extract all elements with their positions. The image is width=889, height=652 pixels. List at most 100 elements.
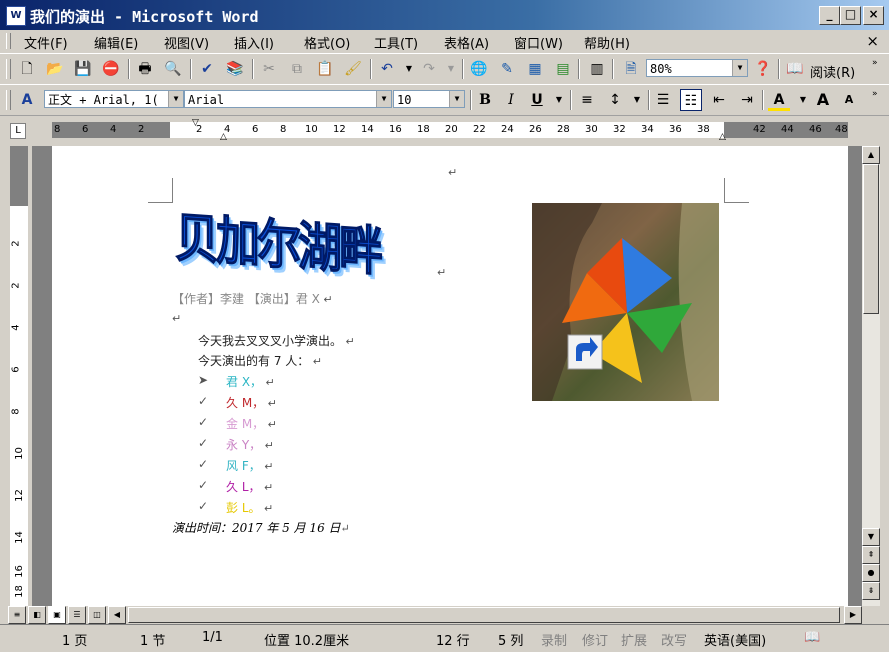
status-overtype[interactable]: 改写	[661, 630, 687, 649]
menu-tools[interactable]: 工具(T)	[374, 33, 418, 52]
normal-view-icon[interactable]: ≡	[8, 606, 26, 624]
scroll-down-icon[interactable]: ▼	[862, 528, 880, 546]
status-extend[interactable]: 扩展	[621, 630, 647, 649]
save-icon[interactable]: 💾	[72, 58, 94, 80]
read-button[interactable]: 阅读(R)	[810, 62, 855, 81]
menu-format[interactable]: 格式(O)	[304, 33, 350, 52]
font-combo[interactable]: Arial ▼	[184, 90, 392, 108]
status-section[interactable]: 1 节	[140, 630, 165, 649]
decrease-indent-icon[interactable]: ⇤	[708, 89, 730, 111]
format-painter-icon[interactable]: 🖌	[342, 58, 364, 80]
font-color-dropdown-icon[interactable]: ▼	[792, 89, 814, 111]
horizontal-scroll-thumb[interactable]	[128, 607, 840, 623]
insert-table-icon[interactable]: ▦	[524, 58, 546, 80]
shrink-font-icon[interactable]: A	[838, 89, 860, 111]
bold-icon[interactable]: B	[474, 89, 496, 111]
numbering-icon[interactable]: ☰	[652, 89, 674, 111]
style-combo[interactable]: 正文 + Arial, 1( ▼	[44, 90, 184, 108]
chevron-down-icon[interactable]: ▼	[732, 60, 747, 76]
first-line-indent-marker[interactable]: ▽	[192, 118, 199, 128]
font-size-combo[interactable]: 10 ▼	[393, 90, 465, 108]
grow-font-icon[interactable]: A	[812, 89, 834, 111]
status-page[interactable]: 1 页	[62, 630, 87, 649]
menu-window[interactable]: 窗口(W)	[514, 33, 563, 52]
document-page[interactable]	[52, 146, 848, 606]
document-map-icon[interactable]: 🗎	[620, 58, 642, 80]
tables-borders-icon[interactable]: ✎	[496, 58, 518, 80]
horizontal-ruler[interactable]: L 8 6 4 2 2 4 6 8 10 12 14 16 18 20 22 2…	[0, 116, 889, 144]
redo-dropdown-icon[interactable]: ▼	[440, 58, 462, 80]
vertical-ruler[interactable]: 2 2 4 6 8 10 12 14 16 18	[10, 146, 28, 606]
close-document-icon[interactable]: ×	[866, 32, 879, 50]
new-document-icon[interactable]: 🗋	[16, 58, 38, 80]
cut-icon[interactable]: ✂	[258, 58, 280, 80]
styles-formatting-icon[interactable]: A	[16, 89, 38, 111]
undo-dropdown-icon[interactable]: ▼	[398, 58, 420, 80]
wordart-title[interactable]: 贝加尔湖畔	[174, 194, 380, 285]
close-button[interactable]: ×	[863, 6, 884, 25]
chevron-down-icon[interactable]: ▼	[449, 91, 464, 107]
reading-layout-view-icon[interactable]: ◫	[88, 606, 106, 624]
font-color-icon[interactable]: A	[768, 89, 790, 111]
previous-page-icon[interactable]: ⇞	[862, 546, 880, 564]
vertical-scrollbar[interactable]: ▲ ▼ ⇞ ● ⇟	[862, 146, 880, 606]
word-app-icon[interactable]: W	[6, 6, 26, 26]
status-language[interactable]: 英语(美国)	[704, 630, 766, 649]
line-spacing-dropdown-icon[interactable]: ▼	[626, 89, 648, 111]
menu-insert[interactable]: 插入(I)	[234, 33, 274, 52]
outline-view-icon[interactable]: ☰	[68, 606, 86, 624]
toolbar-options-icon[interactable]: »	[872, 89, 878, 99]
scroll-right-icon[interactable]: ▶	[844, 606, 862, 624]
web-layout-view-icon[interactable]: ◧	[28, 606, 46, 624]
underline-icon[interactable]: U	[526, 89, 548, 111]
chevron-down-icon[interactable]: ▼	[168, 91, 183, 107]
menu-table[interactable]: 表格(A)	[444, 33, 489, 52]
insert-excel-icon[interactable]: ▤	[552, 58, 574, 80]
toolbar-options-icon[interactable]: »	[872, 58, 878, 68]
justify-icon[interactable]: ≡	[576, 89, 598, 111]
hanging-indent-marker[interactable]: △	[220, 132, 227, 142]
toolbar-grip[interactable]	[6, 59, 11, 79]
increase-indent-icon[interactable]: ⇥	[736, 89, 758, 111]
menubar-grip[interactable]	[6, 33, 11, 49]
spelling-status-icon[interactable]: 📖	[804, 630, 820, 645]
status-page-count[interactable]: 1/1	[202, 630, 223, 645]
select-browse-object-icon[interactable]: ●	[862, 564, 880, 582]
copy-icon[interactable]: ⧉	[286, 58, 308, 80]
menu-view[interactable]: 视图(V)	[164, 33, 209, 52]
spelling-icon[interactable]: ✔	[196, 58, 218, 80]
read-book-icon[interactable]: 📖	[784, 58, 806, 80]
chevron-down-icon[interactable]: ▼	[376, 91, 391, 107]
underline-dropdown-icon[interactable]: ▼	[548, 89, 570, 111]
bullets-icon[interactable]: ☷	[680, 89, 702, 111]
open-folder-icon[interactable]: 📂	[44, 58, 66, 80]
permission-icon[interactable]: ⛔	[100, 58, 122, 80]
status-position[interactable]: 位置 10.2厘米	[264, 630, 349, 649]
help-icon[interactable]: ❓	[752, 58, 774, 80]
italic-icon[interactable]: I	[500, 89, 522, 111]
line-spacing-icon[interactable]: ↕	[604, 89, 626, 111]
status-line[interactable]: 12 行	[436, 630, 470, 649]
right-indent-marker[interactable]: △	[719, 132, 726, 142]
zoom-combo[interactable]: 80% ▼	[646, 59, 748, 77]
tab-selector-icon[interactable]: L	[10, 123, 26, 139]
maximize-button[interactable]: □	[840, 6, 861, 25]
paste-icon[interactable]: 📋	[314, 58, 336, 80]
status-column[interactable]: 5 列	[498, 630, 523, 649]
next-page-icon[interactable]: ⇟	[862, 582, 880, 600]
menu-file[interactable]: 文件(F)	[24, 33, 68, 52]
print-layout-view-icon[interactable]: ▣	[48, 606, 66, 624]
scroll-up-icon[interactable]: ▲	[862, 146, 880, 164]
undo-icon[interactable]: ↶	[376, 58, 398, 80]
menu-help[interactable]: 帮助(H)	[584, 33, 630, 52]
print-icon[interactable]: 🖶	[134, 58, 156, 80]
redo-icon[interactable]: ↷	[418, 58, 440, 80]
scroll-left-icon[interactable]: ◀	[108, 606, 126, 624]
print-preview-icon[interactable]: 🔍	[162, 58, 184, 80]
minimize-button[interactable]: _	[819, 6, 840, 25]
inserted-picture[interactable]	[532, 203, 719, 401]
status-track-changes[interactable]: 修订	[582, 630, 608, 649]
toolbar-grip[interactable]	[6, 90, 11, 110]
research-icon[interactable]: 📚	[224, 58, 246, 80]
status-record[interactable]: 录制	[541, 630, 567, 649]
